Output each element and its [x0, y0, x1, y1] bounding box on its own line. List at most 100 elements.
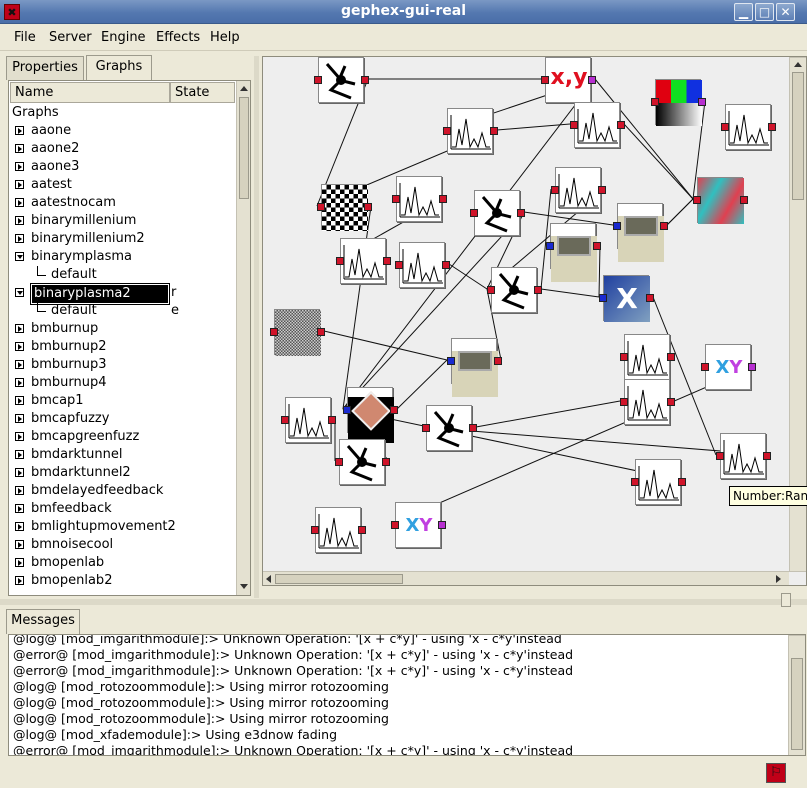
- input-port[interactable]: [546, 242, 554, 250]
- tree-item[interactable]: bmnoisecool: [9, 536, 234, 554]
- module-node-wave[interactable]: [443, 108, 498, 154]
- output-port[interactable]: [698, 98, 706, 106]
- output-port[interactable]: [383, 257, 391, 265]
- module-node-wave[interactable]: [336, 238, 391, 284]
- module-node-wave[interactable]: [281, 397, 336, 443]
- menu-file[interactable]: File: [14, 30, 36, 45]
- expand-icon[interactable]: [15, 396, 24, 405]
- module-node-wave[interactable]: [392, 176, 447, 222]
- input-port[interactable]: [422, 424, 430, 432]
- messages-scroll-thumb[interactable]: [791, 658, 803, 750]
- output-port[interactable]: [534, 286, 542, 294]
- tree-vscrollbar[interactable]: [236, 81, 250, 595]
- input-port[interactable]: [541, 76, 549, 84]
- input-port[interactable]: [270, 328, 278, 336]
- connection-line[interactable]: [475, 400, 621, 428]
- output-port[interactable]: [763, 452, 771, 460]
- module-node-xy-small[interactable]: XY: [391, 502, 446, 548]
- tree-item[interactable]: aatest: [9, 176, 234, 194]
- input-port[interactable]: [470, 209, 478, 217]
- expand-icon[interactable]: [15, 198, 24, 207]
- tree-child-item[interactable]: default e: [9, 302, 234, 320]
- module-node-noise-bw[interactable]: [317, 184, 372, 231]
- graph-canvas[interactable]: x,y X XY XY: [262, 56, 807, 586]
- menu-server[interactable]: Server: [49, 30, 92, 45]
- tree-item-edit-field[interactable]: binaryplasma2: [30, 283, 170, 305]
- output-port[interactable]: [390, 406, 398, 414]
- module-node-wave[interactable]: [395, 242, 450, 288]
- tree-item[interactable]: bmburnup: [9, 320, 234, 338]
- output-port[interactable]: [740, 196, 748, 204]
- collapse-icon[interactable]: [15, 288, 24, 297]
- expand-icon[interactable]: [15, 432, 24, 441]
- module-node-mixer[interactable]: [335, 439, 390, 485]
- module-node-device[interactable]: [546, 223, 601, 282]
- tree-item[interactable]: binarymillenium: [9, 212, 234, 230]
- tree-item[interactable]: aaone3: [9, 158, 234, 176]
- tab-messages[interactable]: Messages: [6, 609, 80, 634]
- output-port[interactable]: [646, 294, 654, 302]
- output-port[interactable]: [317, 328, 325, 336]
- module-node-mixer[interactable]: [487, 267, 542, 313]
- module-node-wave[interactable]: [631, 459, 686, 505]
- output-port[interactable]: [490, 127, 498, 135]
- expand-icon[interactable]: [15, 414, 24, 423]
- input-port[interactable]: [613, 222, 621, 230]
- tree-item[interactable]: bmopenlab: [9, 554, 234, 572]
- tree-item[interactable]: binarymillenium2: [9, 230, 234, 248]
- input-port[interactable]: [336, 257, 344, 265]
- expand-icon[interactable]: [15, 540, 24, 549]
- connection-line[interactable]: [396, 359, 448, 410]
- module-node-xy-small[interactable]: XY: [701, 344, 756, 390]
- output-port[interactable]: [593, 242, 601, 250]
- expand-icon[interactable]: [15, 216, 24, 225]
- module-node-wave[interactable]: [570, 102, 625, 148]
- input-port[interactable]: [693, 196, 701, 204]
- expand-icon[interactable]: [15, 486, 24, 495]
- maximize-icon[interactable]: □: [755, 3, 774, 21]
- module-node-mixer[interactable]: [314, 57, 369, 103]
- messages-log[interactable]: @log@ [mod_imgarithmodule]:> Unknown Ope…: [8, 634, 806, 756]
- module-node-wave[interactable]: [620, 334, 675, 380]
- expand-icon[interactable]: [15, 234, 24, 243]
- module-node-device[interactable]: [447, 338, 502, 397]
- module-node-device[interactable]: [613, 203, 668, 262]
- output-port[interactable]: [517, 209, 525, 217]
- scroll-down-arrow-icon[interactable]: [240, 584, 248, 589]
- input-port[interactable]: [311, 526, 319, 534]
- tree-item[interactable]: bmfeedback: [9, 500, 234, 518]
- pane-splitter[interactable]: [254, 56, 259, 598]
- tree-item[interactable]: bmdarktunnel2: [9, 464, 234, 482]
- tree-item[interactable]: bmburnup3: [9, 356, 234, 374]
- splitter-handle[interactable]: [781, 593, 791, 607]
- expand-icon[interactable]: [15, 360, 24, 369]
- tree-item[interactable]: aatestnocam: [9, 194, 234, 212]
- module-node-mixer[interactable]: [422, 405, 477, 451]
- output-port[interactable]: [469, 424, 477, 432]
- connection-line[interactable]: [598, 244, 601, 298]
- tree-item[interactable]: binarymplasma: [9, 248, 234, 266]
- module-node-xy[interactable]: x,y: [541, 57, 596, 103]
- input-port[interactable]: [631, 478, 639, 486]
- input-port[interactable]: [701, 363, 709, 371]
- expand-icon[interactable]: [15, 558, 24, 567]
- expand-icon[interactable]: [15, 576, 24, 585]
- column-header-name[interactable]: Name: [10, 82, 170, 103]
- module-node-mixer[interactable]: [470, 190, 525, 236]
- tree-item[interactable]: aaone: [9, 122, 234, 140]
- input-port[interactable]: [317, 203, 325, 211]
- input-port[interactable]: [335, 458, 343, 466]
- output-port[interactable]: [768, 123, 776, 131]
- output-port[interactable]: [361, 76, 369, 84]
- module-node-wave[interactable]: [311, 507, 366, 553]
- column-header-state[interactable]: State: [170, 82, 235, 103]
- tree-item[interactable]: bmburnup2: [9, 338, 234, 356]
- module-node-displace[interactable]: [693, 177, 748, 224]
- tree-item[interactable]: bmlightupmovement2: [9, 518, 234, 536]
- gephex-status-icon[interactable]: ⚐: [766, 763, 786, 783]
- expand-icon[interactable]: [15, 450, 24, 459]
- connection-line[interactable]: [496, 123, 571, 131]
- connection-line[interactable]: [623, 123, 694, 200]
- input-port[interactable]: [620, 398, 628, 406]
- expand-icon[interactable]: [15, 324, 24, 333]
